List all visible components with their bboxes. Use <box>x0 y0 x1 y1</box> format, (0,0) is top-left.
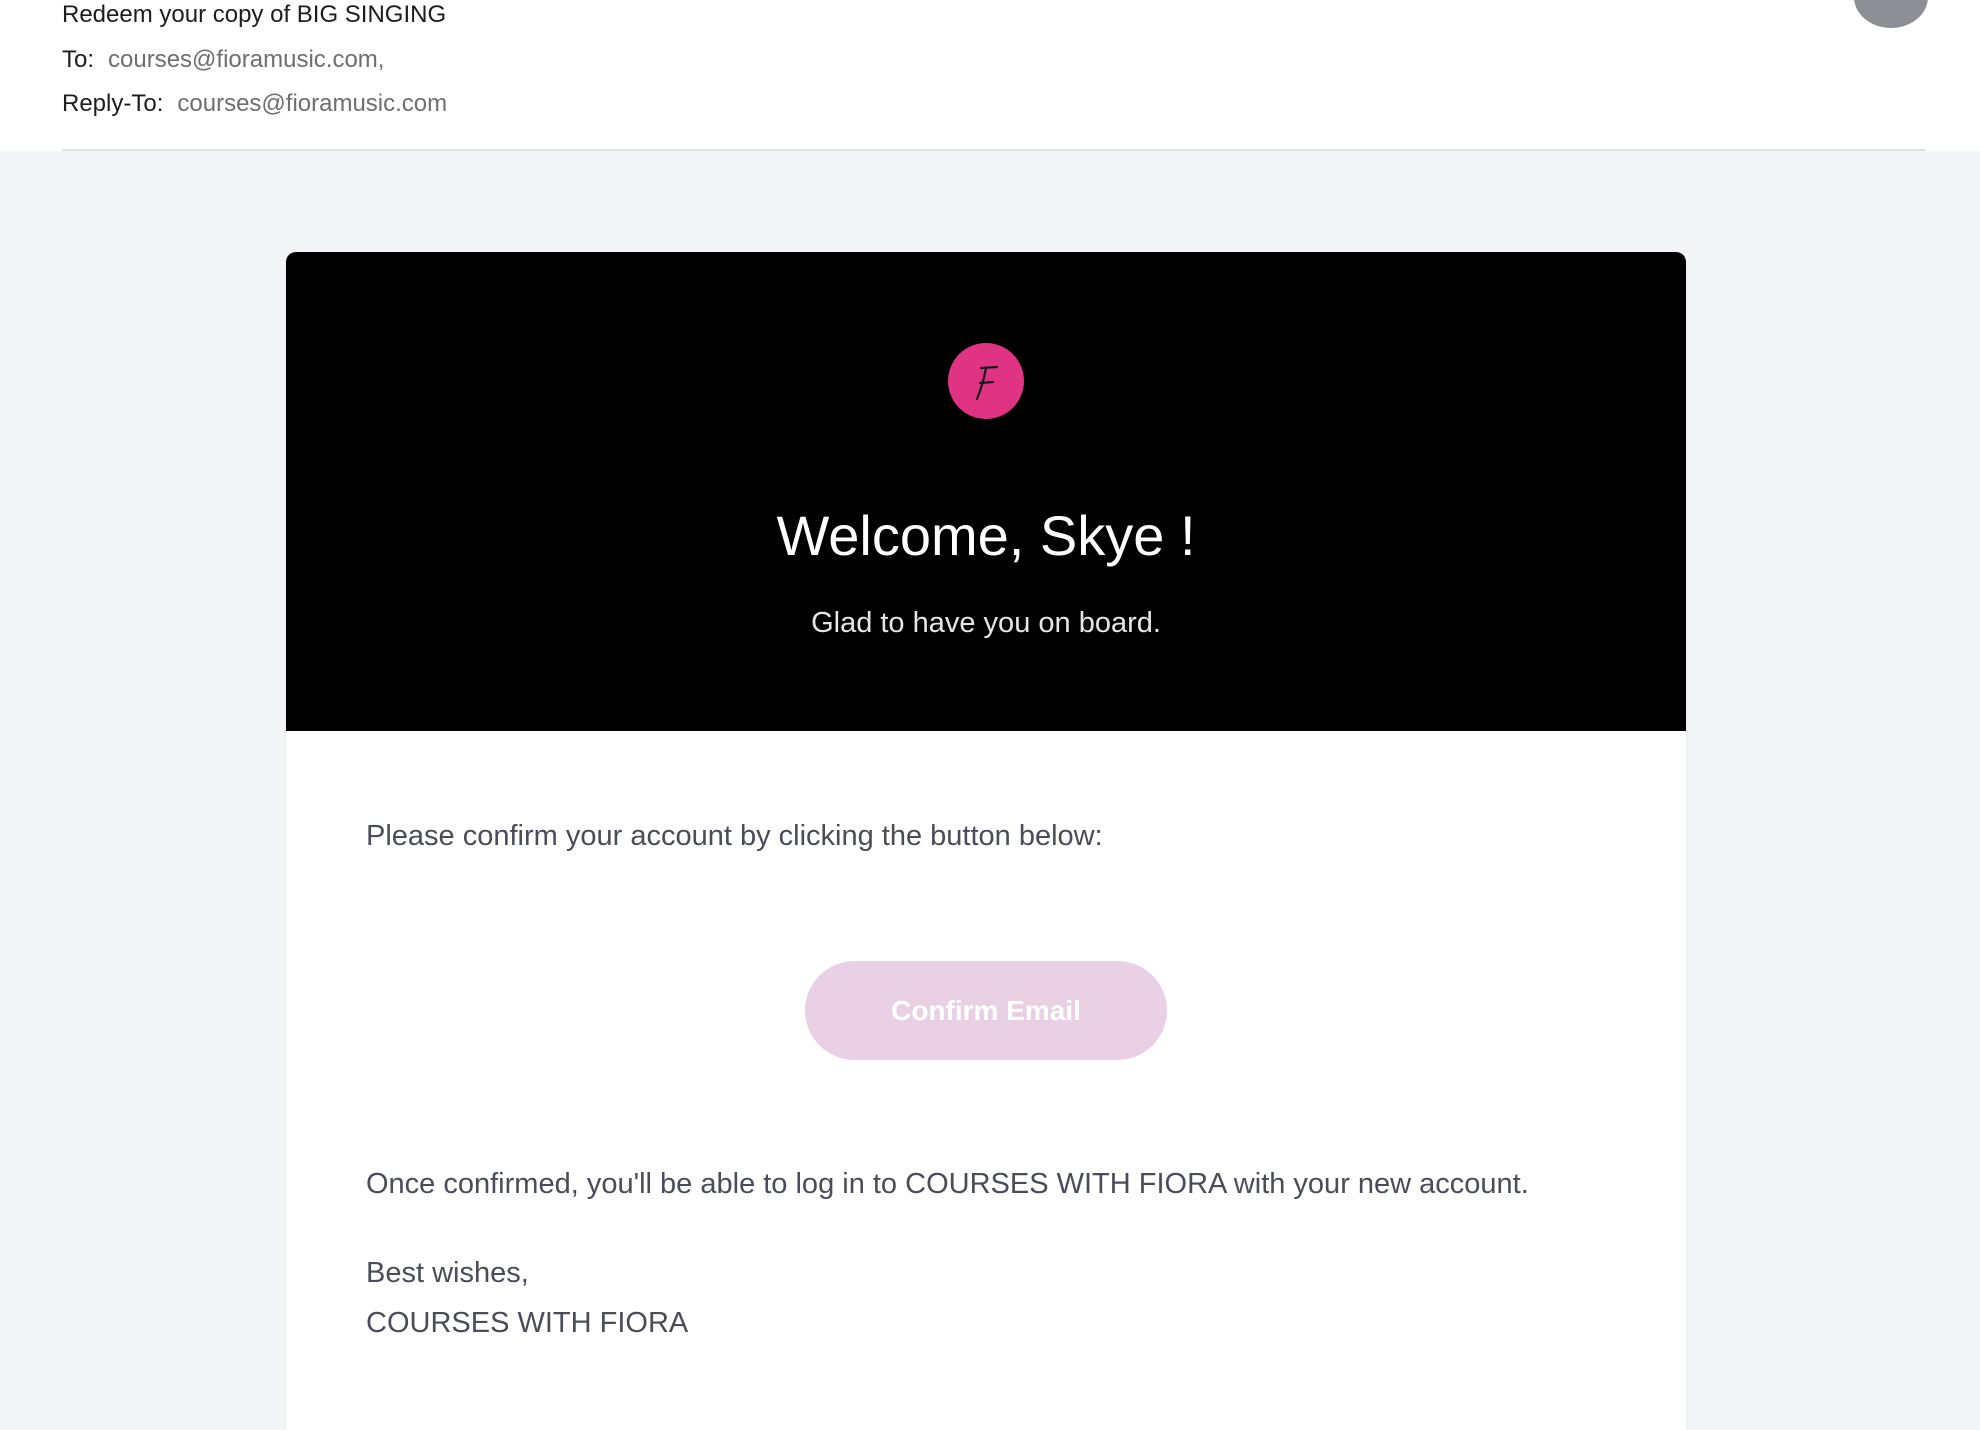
email-body-card: Welcome, Skye ! Glad to have you on boar… <box>286 252 1686 1430</box>
reply-to-address[interactable]: courses@fioramusic.com <box>177 90 447 117</box>
sender-avatar[interactable] <box>1854 0 1928 28</box>
post-confirm-info: Once confirmed, you'll be able to log in… <box>366 1168 1529 1200</box>
signoff: Best wishes, <box>366 1257 529 1289</box>
to-row: To: courses@fioramusic.com, <box>62 45 384 75</box>
to-address[interactable]: courses@fioramusic.com, <box>108 46 384 73</box>
header-divider <box>62 149 1926 151</box>
fiora-logo-mark-icon <box>975 365 999 401</box>
fiora-logo <box>948 343 1024 419</box>
reply-to-row: Reply-To: courses@fioramusic.com <box>62 89 447 119</box>
to-label: To: <box>62 46 95 73</box>
welcome-banner: Welcome, Skye ! Glad to have you on boar… <box>286 252 1686 731</box>
reply-to-label: Reply-To: <box>62 90 164 117</box>
confirm-email-button[interactable]: Confirm Email <box>805 961 1167 1060</box>
signature: COURSES WITH FIORA <box>366 1307 689 1339</box>
welcome-heading: Welcome, Skye ! <box>776 504 1196 567</box>
confirm-instructions: Please confirm your account by clicking … <box>366 820 1103 852</box>
email-header: Redeem your copy of BIG SINGING To: cours… <box>0 0 1980 151</box>
email-subject: Redeem your copy of BIG SINGING <box>62 1 447 28</box>
welcome-tagline: Glad to have you on board. <box>811 607 1161 639</box>
